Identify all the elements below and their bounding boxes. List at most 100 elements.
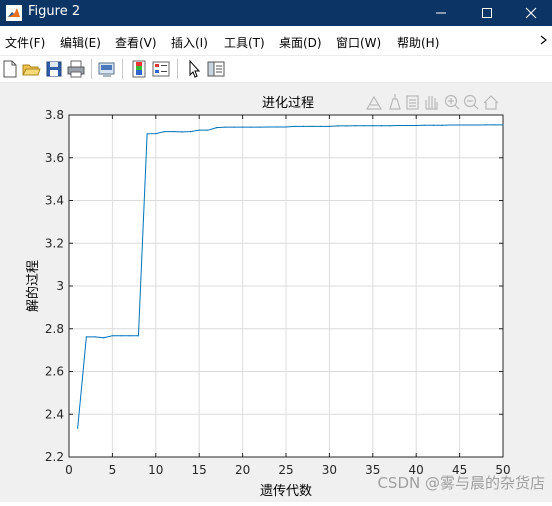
minimize-icon — [436, 12, 446, 14]
data-point — [502, 124, 504, 126]
data-point — [77, 427, 79, 429]
data-point — [311, 125, 313, 127]
menu-edit[interactable]: 编辑(E) — [60, 34, 101, 51]
data-point — [172, 131, 174, 133]
data-point — [432, 124, 435, 126]
window-titlebar: Figure 2 — [0, 0, 552, 26]
property-inspector-icon[interactable] — [206, 59, 226, 79]
toolbar-separator — [177, 59, 178, 79]
data-point — [294, 125, 296, 127]
data-point — [242, 126, 244, 128]
data-point — [233, 126, 235, 128]
data-point — [250, 126, 252, 128]
menu-insert[interactable]: 插入(I) — [171, 34, 208, 51]
data-point — [103, 337, 105, 339]
pan-hand-icon[interactable] — [425, 96, 438, 110]
data-point — [111, 335, 113, 337]
y-tick-label: 3.6 — [45, 151, 64, 165]
data-point — [441, 124, 443, 126]
data-point — [198, 129, 200, 131]
y-tick-label: 2.8 — [45, 322, 64, 336]
brush-icon[interactable] — [365, 95, 383, 110]
minimize-button[interactable] — [418, 0, 464, 26]
data-point — [372, 125, 374, 127]
y-tick-labels: 2.2 2.4 2.6 2.8 3 3.2 3.4 3.6 3.8 — [45, 108, 64, 464]
data-point — [493, 124, 495, 126]
data-point — [415, 124, 417, 127]
data-point — [337, 125, 339, 127]
line-chart[interactable]: 0 5 10 15 20 25 30 35 40 45 50 2.22.42.62.833.23.4… — [0, 83, 552, 502]
data-point — [389, 125, 391, 127]
link-plot-icon[interactable] — [97, 59, 117, 79]
data-point — [207, 129, 209, 131]
menu-desktop[interactable]: 桌面(D) — [279, 34, 322, 51]
home-icon[interactable] — [483, 95, 499, 110]
menu-bar: 文件(F) 编辑(E) 查看(V) 插入(I) 工具(T) 桌面(D) 窗口(W… — [0, 26, 552, 56]
toolbar-separator — [122, 59, 123, 79]
print-icon[interactable] — [66, 59, 86, 79]
menu-window[interactable]: 窗口(W) — [336, 34, 381, 51]
data-point — [424, 124, 426, 126]
data-point — [276, 126, 278, 128]
watermark: CSDN @雾与晨的杂货店 — [377, 474, 545, 492]
chevron-right-icon[interactable] — [540, 34, 548, 48]
x-tick-label: 20 — [235, 463, 250, 477]
data-point — [346, 125, 348, 127]
close-button[interactable] — [508, 0, 552, 26]
chart-title: 进化过程 — [262, 96, 314, 111]
data-point — [450, 124, 452, 126]
data-point — [129, 335, 131, 337]
y-tick-label: 2.4 — [45, 407, 64, 421]
data-point — [94, 336, 96, 338]
y-tick-label: 2.6 — [45, 365, 64, 379]
x-tick-label: 10 — [148, 463, 163, 477]
window-title: Figure 2 — [28, 4, 81, 19]
menu-view[interactable]: 查看(V) — [115, 34, 157, 51]
y-tick-label: 3.2 — [45, 236, 64, 250]
data-point — [189, 131, 192, 133]
x-tick-label: 30 — [322, 463, 337, 477]
y-tick-label: 2.2 — [45, 450, 64, 464]
data-point — [320, 125, 322, 127]
data-point — [181, 131, 183, 133]
axes-toolbar — [365, 94, 499, 110]
menu-help[interactable]: 帮助(H) — [397, 34, 439, 51]
data-point — [285, 126, 287, 128]
insert-colorbar-icon[interactable] — [129, 59, 149, 79]
menu-file[interactable]: 文件(F) — [5, 34, 45, 51]
menu-tools[interactable]: 工具(T) — [224, 34, 265, 51]
y-tick-label: 3 — [56, 279, 64, 293]
export-icon[interactable] — [406, 95, 419, 110]
zoom-in-icon[interactable] — [444, 94, 460, 110]
data-point — [485, 124, 487, 126]
maximize-button[interactable] — [464, 0, 510, 26]
data-point — [85, 336, 87, 338]
data-point — [406, 124, 409, 127]
data-point — [268, 126, 270, 128]
data-point — [163, 131, 166, 133]
data-point — [354, 125, 357, 127]
data-point — [459, 124, 461, 126]
y-tick-label: 3.4 — [45, 194, 64, 208]
save-icon[interactable] — [44, 59, 64, 79]
new-figure-icon[interactable] — [0, 59, 20, 79]
data-point — [302, 125, 304, 127]
edit-plot-arrow-icon[interactable] — [184, 59, 204, 79]
x-tick-label: 25 — [278, 463, 293, 477]
matlab-icon[interactable] — [6, 5, 22, 21]
open-file-icon[interactable] — [21, 59, 41, 79]
y-axis-label: 解的过程 — [25, 260, 41, 312]
x-tick-label: 0 — [65, 463, 73, 477]
toolbar-separator — [91, 59, 92, 79]
data-tips-icon[interactable] — [389, 94, 401, 110]
maximize-icon — [482, 8, 492, 18]
insert-legend-icon[interactable] — [151, 59, 171, 79]
data-point — [224, 126, 226, 128]
data-point — [398, 124, 400, 127]
data-point — [215, 127, 218, 129]
data-point — [137, 335, 140, 337]
x-tick-label: 15 — [192, 463, 207, 477]
data-point — [476, 124, 478, 126]
zoom-out-icon[interactable] — [463, 94, 479, 110]
y-tick-label: 3.8 — [45, 108, 64, 122]
